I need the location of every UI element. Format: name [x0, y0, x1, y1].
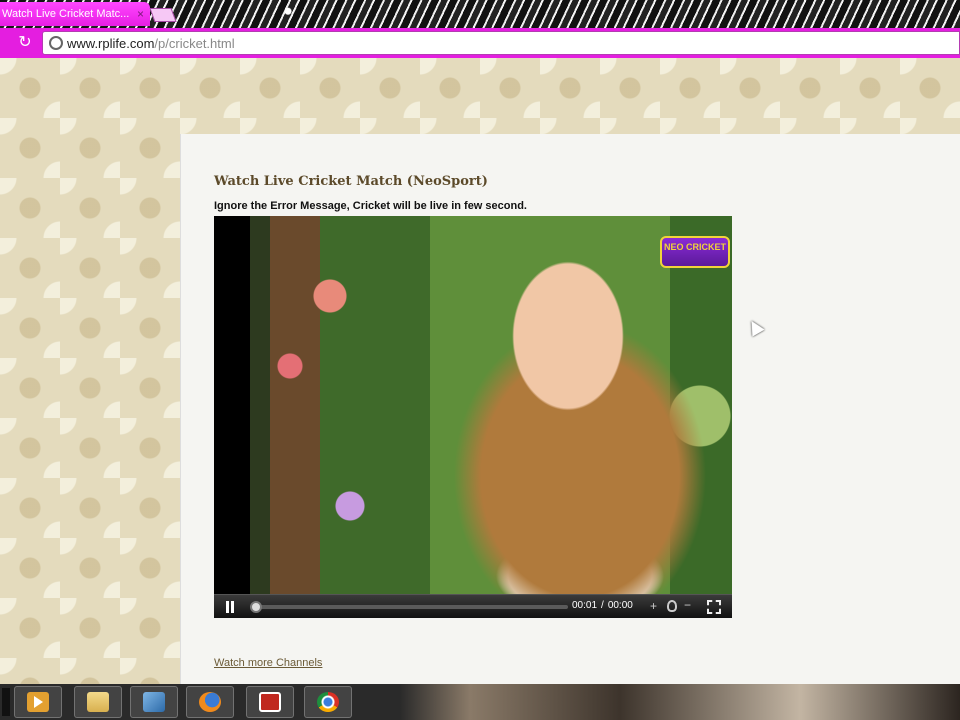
reload-icon[interactable]: ↻ — [16, 34, 34, 52]
address-bar[interactable]: www.rplife.com/p/cricket.html — [42, 31, 960, 55]
window-switcher-icon[interactable] — [130, 686, 178, 718]
volume-up-icon[interactable]: + — [650, 599, 657, 613]
chrome-icon[interactable] — [304, 686, 352, 718]
duration: 00:00 — [607, 600, 633, 611]
start-button[interactable] — [2, 688, 10, 716]
pdf-glyph — [259, 692, 281, 712]
globe-icon — [49, 36, 63, 50]
folder-icon[interactable] — [74, 686, 122, 718]
current-time: 00:01 — [572, 600, 598, 611]
close-icon[interactable]: × — [137, 2, 144, 26]
media-player-icon[interactable] — [14, 686, 62, 718]
tab-title: Watch Live Cricket Matc... — [2, 8, 130, 20]
window-titlebar: Watch Live Cricket Matc... × — [0, 0, 960, 28]
watch-more-channels-link[interactable]: Watch more Channels — [214, 657, 322, 669]
light-bulb-icon[interactable] — [667, 600, 677, 612]
url-text: www.rplife.com/p/cricket.html — [67, 36, 235, 51]
browser-toolbar: ↻ www.rplife.com/p/cricket.html — [0, 28, 960, 58]
window-glyph — [143, 692, 165, 712]
channel-logo: NEO CRICKET — [660, 236, 730, 268]
url-path: /p/cricket.html — [154, 36, 235, 51]
video-frame[interactable]: NEO CRICKET — [250, 216, 732, 594]
fullscreen-icon[interactable] — [707, 600, 721, 614]
browser-tab[interactable]: Watch Live Cricket Matc... × — [0, 2, 150, 26]
media-player-glyph — [27, 692, 49, 712]
pdf-reader-icon[interactable] — [246, 686, 294, 718]
folder-glyph — [87, 692, 109, 712]
chrome-glyph — [317, 692, 339, 712]
time-separator: / — [601, 600, 604, 611]
os-taskbar — [0, 684, 960, 720]
firefox-icon[interactable] — [186, 686, 234, 718]
volume-down-icon[interactable]: − — [684, 598, 691, 612]
post-title: Watch Live Cricket Match (NeoSport) — [214, 174, 488, 189]
url-host: www.rplife.com — [67, 36, 155, 51]
video-player[interactable]: NEO CRICKET 00:01/00:00 + − — [214, 216, 732, 618]
error-notice: Ignore the Error Message, Cricket will b… — [214, 200, 527, 212]
player-controls: 00:01/00:00 + − — [214, 594, 732, 618]
seek-bar[interactable] — [250, 605, 568, 609]
time-readout: 00:01/00:00 — [572, 600, 633, 611]
new-tab-button[interactable] — [149, 8, 177, 22]
firefox-glyph — [199, 692, 221, 712]
seek-handle[interactable] — [250, 601, 262, 613]
pause-icon[interactable] — [224, 601, 236, 613]
